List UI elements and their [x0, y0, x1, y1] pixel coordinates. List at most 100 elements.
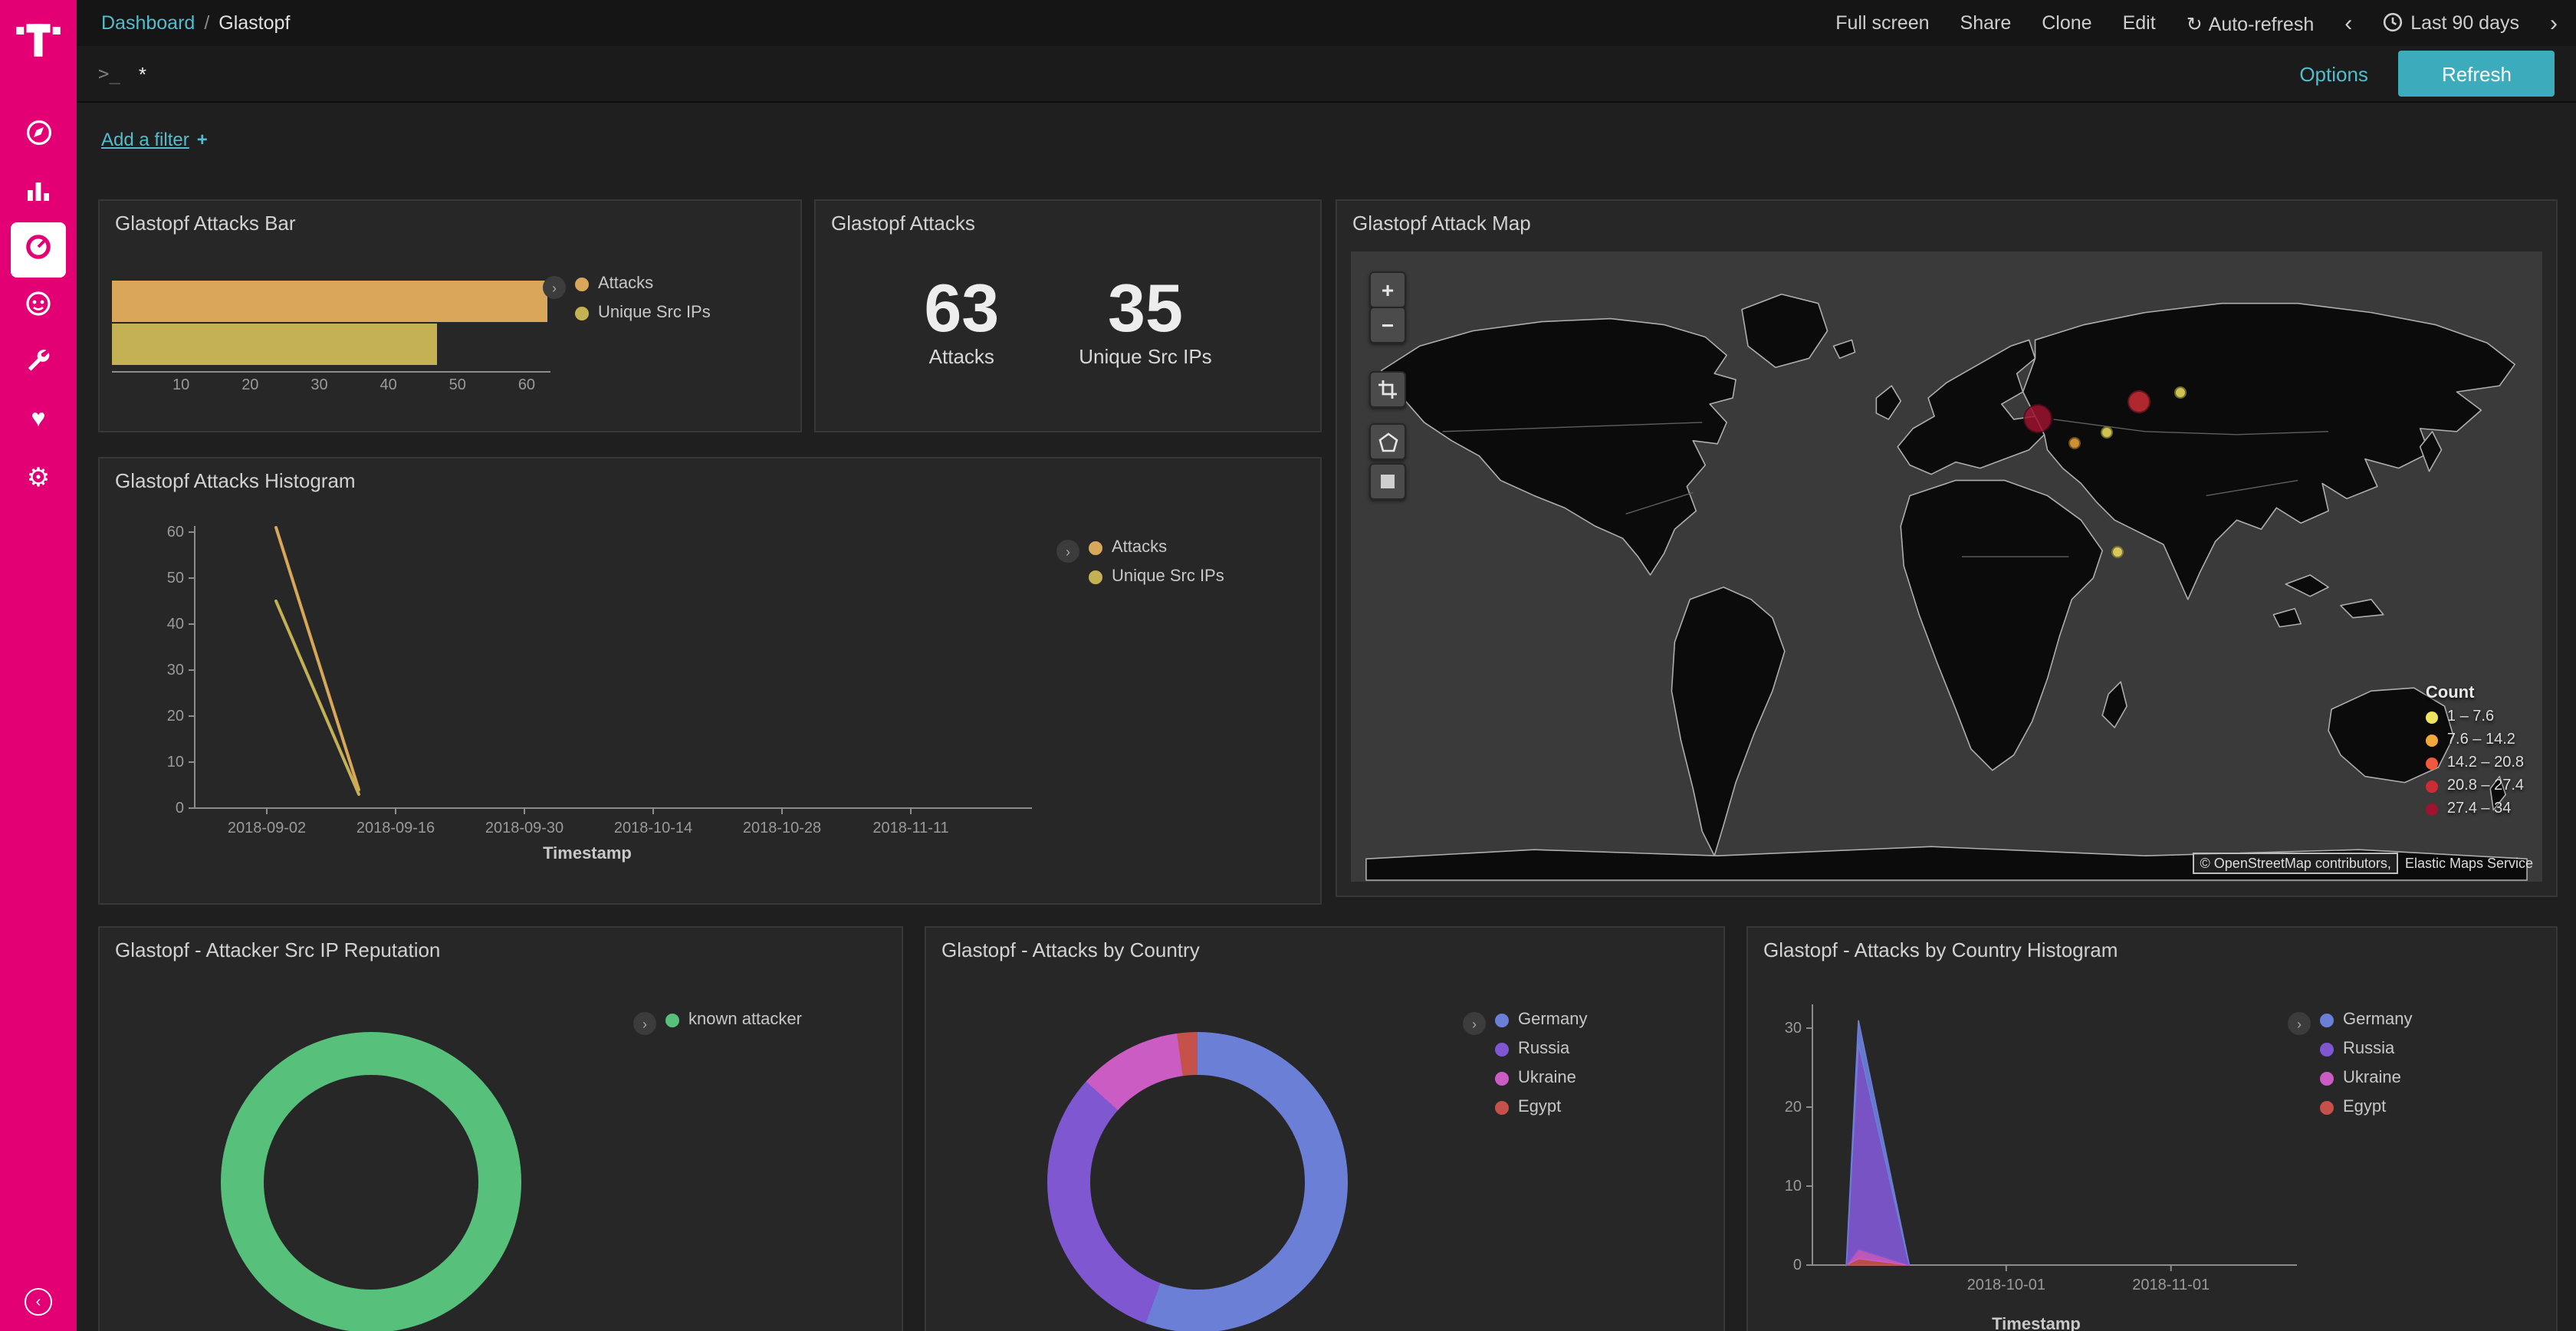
legend-item[interactable]: Egypt — [2320, 1098, 2413, 1116]
draw-rectangle-button[interactable] — [1369, 463, 1406, 500]
panel-attacks-metric: Glastopf Attacks 63 Attacks 35 Unique Sr… — [814, 199, 1322, 432]
panel-title: Glastopf - Attacks by Country — [926, 928, 1723, 961]
breadcrumb-dashboard-link[interactable]: Dashboard — [101, 12, 195, 34]
clone-button[interactable]: Clone — [2042, 12, 2091, 34]
legend-toggle-icon[interactable]: › — [543, 276, 566, 299]
legend-item[interactable]: Unique Src IPs — [1089, 567, 1224, 586]
sidebar-item-monitoring[interactable]: ♥ — [11, 393, 66, 448]
world-attack-map[interactable]: + − Count 1 – 7.6 7.6 – 14.2 14.2 – 20.8 20… — [1351, 251, 2542, 882]
legend-item[interactable]: Russia — [1495, 1040, 1588, 1058]
legend-items: Attacks Unique Src IPs — [1089, 538, 1224, 586]
legend-dot-icon — [1089, 570, 1102, 583]
legend-items: Germany Russia Ukraine Egypt — [2320, 1011, 2413, 1116]
attack-map-marker[interactable] — [2101, 426, 2114, 438]
gauge-icon — [23, 231, 54, 269]
legend-item[interactable]: Germany — [1495, 1011, 1588, 1029]
telekom-logo — [15, 12, 61, 72]
sidebar-item-dev-tools[interactable] — [11, 336, 66, 391]
plus-icon[interactable]: + — [197, 128, 208, 150]
legend-item[interactable]: 20.8 – 27.4 — [2426, 777, 2524, 794]
legend-item[interactable]: Russia — [2320, 1040, 2413, 1058]
x-axis-ticks: 102030405060 — [112, 377, 547, 399]
legend-item[interactable]: Egypt — [1495, 1098, 1588, 1116]
bar-chart-icon — [25, 176, 52, 211]
svg-text:2018-09-30: 2018-09-30 — [485, 820, 564, 836]
refresh-button[interactable]: Refresh — [2399, 51, 2555, 97]
map-count-legend: Count 1 – 7.6 7.6 – 14.2 14.2 – 20.8 20.8 –… — [2426, 684, 2524, 817]
svg-text:10: 10 — [1785, 1178, 1802, 1195]
sidebar-item-management[interactable]: ⚙ — [11, 449, 66, 504]
zoom-out-button[interactable]: − — [1369, 307, 1406, 343]
legend-label: Ukraine — [2343, 1069, 2401, 1087]
legend-dot-icon — [2320, 1042, 2334, 1056]
sidebar-item-visualize[interactable] — [11, 166, 66, 221]
metric-unique-src-ips: 35 Unique Src IPs — [1079, 274, 1211, 368]
zoom-in-button[interactable]: + — [1369, 271, 1406, 308]
legend-item[interactable]: Attacks — [575, 274, 711, 293]
reputation-donut-chart[interactable] — [221, 1032, 521, 1331]
x-tick-label: 60 — [518, 377, 535, 394]
legend-label: Russia — [2343, 1040, 2394, 1058]
legend-item[interactable]: Ukraine — [2320, 1069, 2413, 1087]
map-legend-title: Count — [2426, 684, 2524, 702]
legend-label: 27.4 – 34 — [2447, 800, 2511, 817]
legend-toggle-icon[interactable]: › — [1463, 1012, 1486, 1035]
panel-title: Glastopf - Attacker Src IP Reputation — [100, 928, 902, 961]
legend-item[interactable]: 7.6 – 14.2 — [2426, 731, 2524, 748]
legend-item[interactable]: Ukraine — [1495, 1069, 1588, 1087]
sidebar-item-dashboard[interactable] — [11, 222, 66, 278]
time-range-picker[interactable]: Last 90 days — [2383, 12, 2519, 34]
attack-map-marker[interactable] — [2111, 547, 2123, 559]
svg-text:10: 10 — [167, 754, 184, 771]
fit-bounds-button[interactable] — [1369, 371, 1406, 408]
legend-dot-icon — [2426, 757, 2438, 769]
sidebar-collapse-button[interactable]: ‹ — [25, 1288, 52, 1316]
svg-text:20: 20 — [167, 708, 184, 725]
legend-label: 1 – 7.6 — [2447, 708, 2494, 725]
time-back-chevron[interactable]: ‹ — [2344, 10, 2352, 36]
legend-label: Germany — [1518, 1011, 1588, 1029]
attack-map-marker[interactable] — [2022, 404, 2052, 433]
metric-label: Unique Src IPs — [1079, 345, 1211, 368]
top-navbar: Dashboard / Glastopf Full screen Share C… — [77, 0, 2576, 46]
draw-polygon-button[interactable] — [1369, 423, 1406, 460]
legend-toggle-icon[interactable]: › — [2288, 1012, 2311, 1035]
panel-title: Glastopf Attacks Bar — [100, 201, 800, 235]
metric-value: 63 — [924, 274, 999, 345]
attack-map-marker[interactable] — [2174, 386, 2187, 398]
add-filter-link[interactable]: Add a filter — [101, 128, 189, 150]
crop-icon — [1378, 380, 1397, 399]
search-input[interactable]: * — [139, 62, 2269, 85]
legend-item[interactable]: Germany — [2320, 1011, 2413, 1029]
attack-map-marker[interactable] — [2128, 390, 2151, 413]
country-donut-chart[interactable] — [1047, 1032, 1348, 1331]
attack-map-marker[interactable] — [2069, 438, 2082, 450]
auto-refresh-button[interactable]: ↻Auto-refresh — [2187, 12, 2315, 35]
x-tick-label: 20 — [242, 377, 258, 394]
edit-button[interactable]: Edit — [2123, 12, 2156, 34]
sidebar-item-discover[interactable] — [11, 109, 66, 164]
main-area: Dashboard / Glastopf Full screen Share C… — [77, 0, 2576, 1331]
legend-toggle-icon[interactable]: › — [633, 1012, 656, 1035]
legend-item[interactable]: 14.2 – 20.8 — [2426, 754, 2524, 771]
legend-item[interactable]: 27.4 – 34 — [2426, 800, 2524, 817]
options-link[interactable]: Options — [2299, 62, 2368, 85]
legend-items: known attacker — [665, 1011, 802, 1035]
legend-item[interactable]: Unique Src IPs — [575, 304, 711, 322]
time-forward-chevron[interactable]: › — [2550, 10, 2558, 36]
legend-toggle-icon[interactable]: › — [1056, 540, 1079, 563]
legend-item[interactable]: known attacker — [665, 1011, 802, 1029]
legend-item[interactable]: Attacks — [1089, 538, 1224, 557]
bar-unique-src-ips[interactable] — [112, 324, 437, 365]
bar-attacks[interactable] — [112, 281, 547, 322]
full-screen-button[interactable]: Full screen — [1835, 12, 1929, 34]
sidebar-item-timelion[interactable] — [11, 279, 66, 334]
x-tick-label: 30 — [310, 377, 327, 394]
openstreetmap-attribution[interactable]: © OpenStreetMap contributors, — [2193, 853, 2399, 874]
legend-item[interactable]: 1 – 7.6 — [2426, 708, 2524, 725]
svg-text:0: 0 — [176, 800, 184, 817]
topnav-actions: Full screen Share Clone Edit ↻Auto-refre… — [1835, 10, 2558, 36]
share-button[interactable]: Share — [1960, 12, 2012, 34]
heart-icon: ♥ — [31, 408, 46, 432]
elastic-maps-attribution[interactable]: Elastic Maps Service — [2405, 856, 2533, 871]
